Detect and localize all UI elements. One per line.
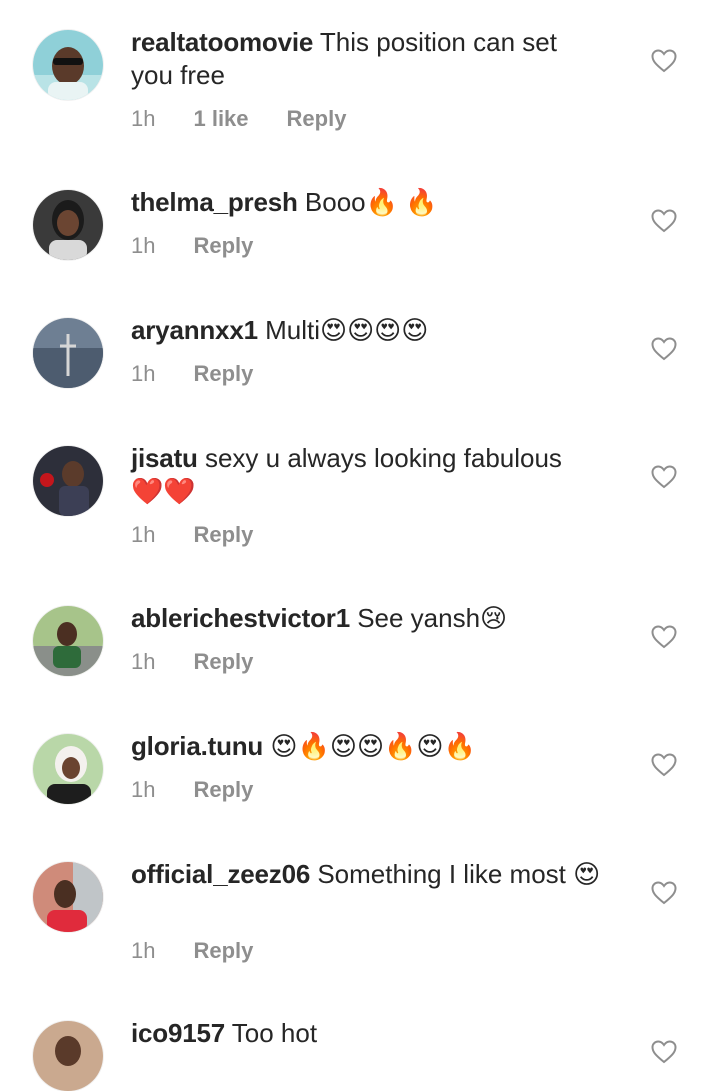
comment-like-count[interactable]: 1 like (193, 106, 248, 132)
comment-body: Something I like most 😍 (317, 859, 601, 889)
comment-time: 1h (131, 233, 156, 258)
avatar[interactable] (33, 1021, 103, 1091)
comment-username[interactable]: aryannxx1 (131, 315, 258, 345)
comment-text-block: jisatu sexy u always looking fabulous ❤️… (131, 442, 601, 508)
comment-time: 1h (131, 777, 156, 802)
comment-body: Booo🔥 🔥 (304, 187, 438, 217)
reply-button[interactable]: Reply (193, 649, 253, 675)
comment-body: Too hot (231, 1018, 318, 1048)
comment-username[interactable]: realtatoomovie (131, 27, 313, 57)
heart-outline-icon[interactable] (651, 209, 677, 233)
heart-outline-icon[interactable] (651, 337, 677, 361)
comment-text-block: official_zeez06 Something I like most 😍 (131, 858, 601, 891)
heart-outline-icon[interactable] (651, 881, 677, 905)
avatar[interactable] (33, 190, 103, 260)
comment-username[interactable]: ablerichestvictor1 (131, 603, 350, 633)
comment-body: 😍🔥😍😍🔥😍🔥 (270, 731, 476, 761)
comment-text-block: thelma_presh Booo🔥 🔥 (131, 186, 601, 219)
comment-meta: 1h 1 like Reply (131, 106, 346, 132)
reply-button[interactable]: Reply (287, 106, 347, 132)
comment-meta: 1h Reply (131, 361, 253, 387)
comment-time: 1h (131, 522, 156, 547)
comment-meta: 1h Reply (131, 649, 253, 675)
comment-text-block: realtatoomovie This position can set you… (131, 26, 601, 92)
comment-body: Multi😍😍😍😍 (265, 315, 429, 345)
comment-time: 1h (131, 649, 156, 674)
comment-username[interactable]: gloria.tunu (131, 731, 263, 761)
comment-username[interactable]: ico9157 (131, 1018, 225, 1048)
avatar[interactable] (33, 606, 103, 676)
comment-text-block: ico9157 Too hot (131, 1017, 601, 1050)
heart-outline-icon[interactable] (651, 465, 677, 489)
comment-text-block: ablerichestvictor1 See yansh😢 (131, 602, 601, 635)
heart-outline-icon[interactable] (651, 625, 677, 649)
comment-time: 1h (131, 106, 156, 131)
avatar[interactable] (33, 446, 103, 516)
avatar[interactable] (33, 862, 103, 932)
reply-button[interactable]: Reply (193, 938, 253, 964)
reply-button[interactable]: Reply (193, 361, 253, 387)
avatar[interactable] (33, 318, 103, 388)
comment-text-block: gloria.tunu 😍🔥😍😍🔥😍🔥 (131, 730, 601, 763)
avatar[interactable] (33, 734, 103, 804)
avatar[interactable] (33, 30, 103, 100)
reply-button[interactable]: Reply (193, 777, 253, 803)
comment-body: See yansh😢 (357, 603, 508, 633)
comment-text-block: aryannxx1 Multi😍😍😍😍 (131, 314, 601, 347)
comment-meta: 1h Reply (131, 522, 253, 548)
heart-outline-icon[interactable] (651, 49, 677, 73)
comment-meta: 1h Reply (131, 233, 253, 259)
reply-button[interactable]: Reply (193, 233, 253, 259)
comment-username[interactable]: jisatu (131, 443, 198, 473)
reply-button[interactable]: Reply (193, 522, 253, 548)
comment-time: 1h (131, 361, 156, 386)
comment-username[interactable]: thelma_presh (131, 187, 298, 217)
comment-meta: 1h Reply (131, 938, 253, 964)
comment-time: 1h (131, 938, 156, 963)
heart-outline-icon[interactable] (651, 753, 677, 777)
heart-outline-icon[interactable] (651, 1040, 677, 1064)
comment-username[interactable]: official_zeez06 (131, 859, 310, 889)
comment-meta: 1h Reply (131, 777, 253, 803)
